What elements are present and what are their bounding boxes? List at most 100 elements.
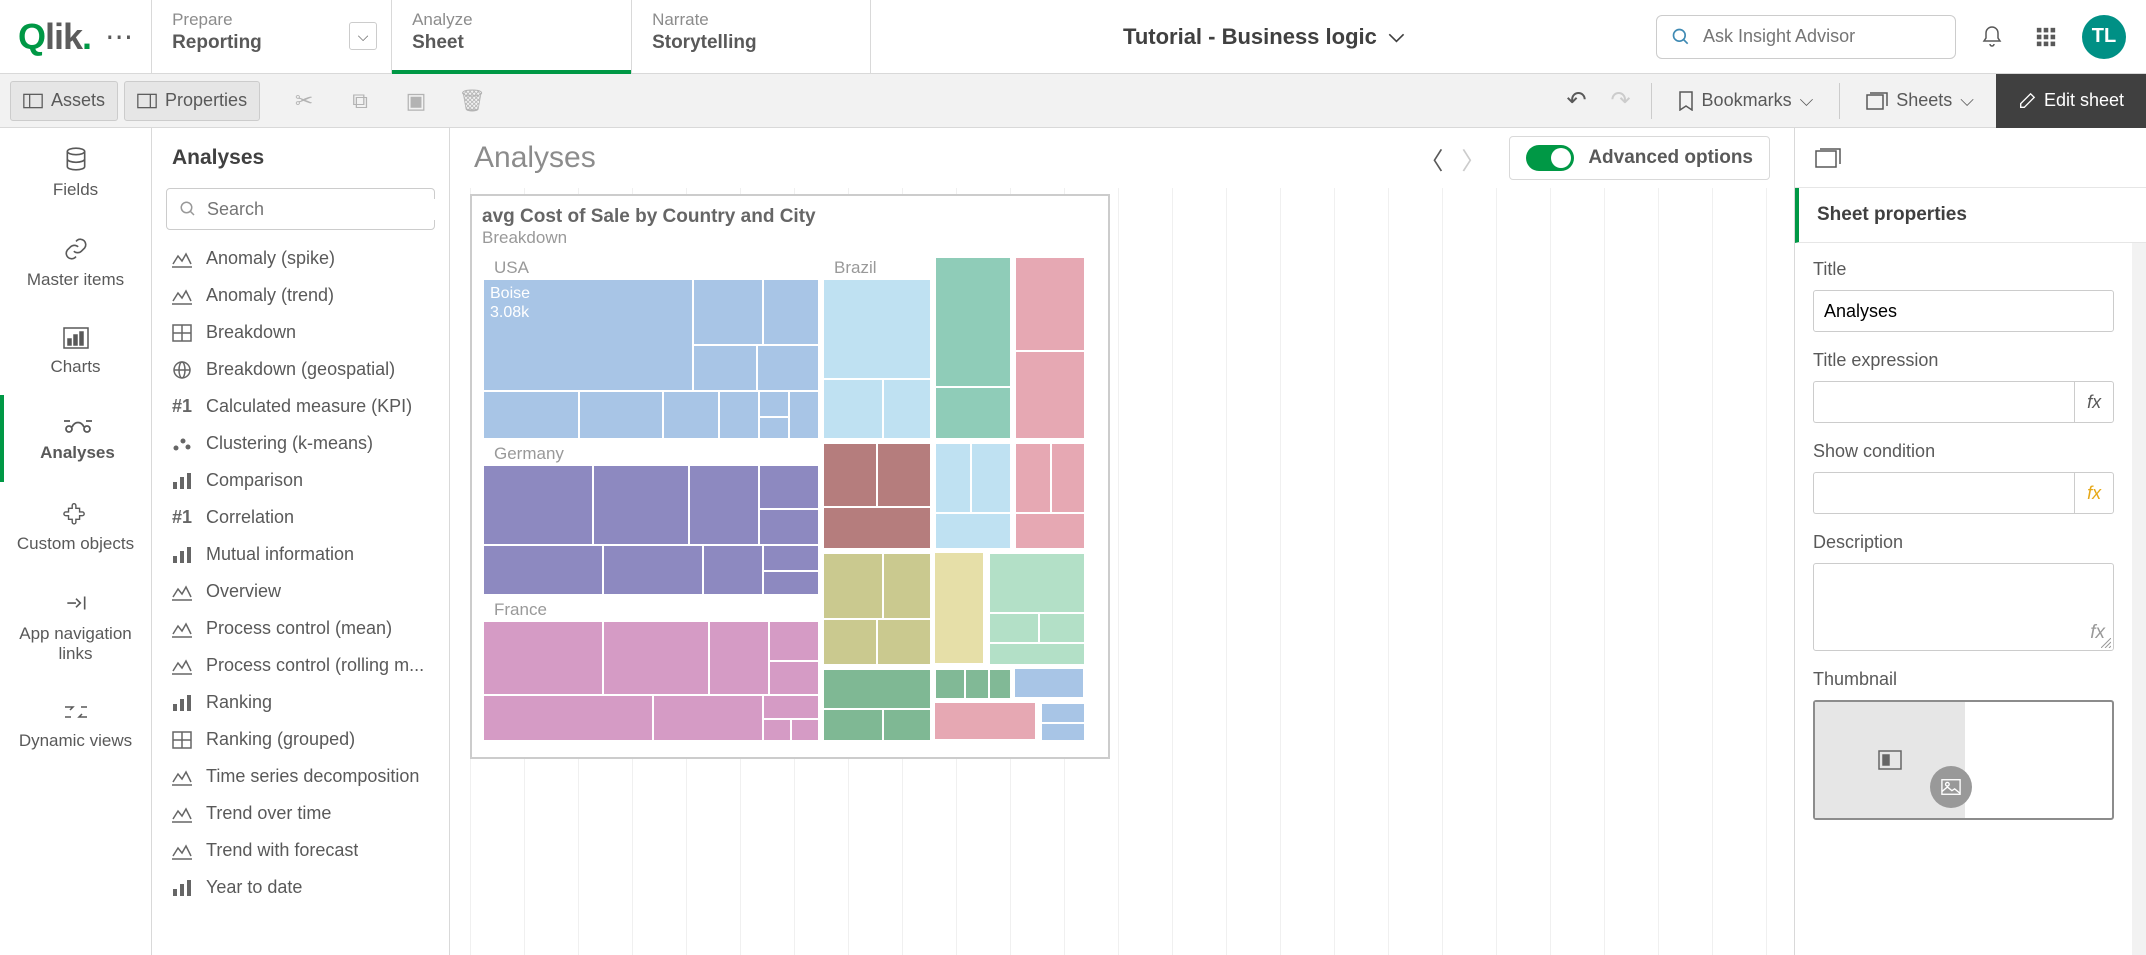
- rail-master-items[interactable]: Master items: [0, 218, 151, 308]
- properties-toggle[interactable]: Properties: [124, 81, 260, 121]
- grid-icon[interactable]: [2028, 19, 2064, 55]
- thumbnail-box[interactable]: [1813, 700, 2114, 820]
- rail-nav-links[interactable]: App navigation links: [0, 572, 151, 683]
- analyses-item[interactable]: #1Correlation: [152, 499, 449, 536]
- rail-label: Dynamic views: [19, 731, 132, 751]
- treemap-block[interactable]: [934, 668, 1010, 698]
- country-label-usa: USA: [488, 256, 535, 280]
- undo-icon[interactable]: ↶: [1559, 83, 1595, 119]
- chevron-down-icon[interactable]: ⌵: [349, 22, 377, 50]
- title-input[interactable]: [1813, 290, 2114, 332]
- treemap-block[interactable]: [988, 552, 1084, 664]
- qlik-logo[interactable]: Qlik.: [18, 16, 91, 58]
- analyses-item[interactable]: Breakdown (geospatial): [152, 351, 449, 388]
- rail-analyses[interactable]: Analyses: [0, 395, 151, 481]
- fx-button[interactable]: fx: [2074, 381, 2114, 423]
- rail-charts[interactable]: Charts: [0, 309, 151, 395]
- analyses-item[interactable]: Ranking (grouped): [152, 721, 449, 758]
- chevron-down-icon: ⌵: [1800, 90, 1814, 111]
- analyses-item[interactable]: Mutual information: [152, 536, 449, 573]
- treemap-block[interactable]: [934, 256, 1010, 438]
- treemap-block[interactable]: [1014, 442, 1084, 548]
- edit-sheet-button[interactable]: Edit sheet: [1996, 74, 2146, 128]
- scrollbar[interactable]: [2132, 243, 2146, 955]
- analysis-type-icon: [170, 324, 194, 342]
- treemap-block[interactable]: [1014, 668, 1084, 698]
- rail-dynamic-views[interactable]: Dynamic views: [0, 683, 151, 769]
- treemap-block[interactable]: [1040, 702, 1084, 740]
- analysis-type-icon: [170, 842, 194, 860]
- treemap-block[interactable]: [934, 442, 1010, 548]
- image-picker-icon[interactable]: [1930, 766, 1972, 808]
- analyses-item[interactable]: Trend with forecast: [152, 832, 449, 869]
- tab-analyze[interactable]: Analyze Sheet: [391, 0, 631, 73]
- edit-label: Edit sheet: [2044, 90, 2124, 111]
- rail-custom-objects[interactable]: Custom objects: [0, 482, 151, 572]
- analyses-panel: Analyses Anomaly (spike) Anomaly (trend) B…: [152, 128, 450, 955]
- analyses-item-label: Anomaly (spike): [206, 248, 335, 269]
- analyses-item[interactable]: Anomaly (trend): [152, 277, 449, 314]
- paste-icon[interactable]: ▣: [398, 83, 434, 119]
- tab-label: Narrate: [652, 10, 850, 30]
- treemap-block[interactable]: [934, 702, 1036, 740]
- analyses-item[interactable]: Breakdown: [152, 314, 449, 351]
- panel-title: Analyses: [152, 128, 449, 188]
- copy-icon[interactable]: ⧉: [342, 83, 378, 119]
- chart-title: avg Cost of Sale by Country and City: [482, 206, 1098, 228]
- analyses-item[interactable]: Comparison: [152, 462, 449, 499]
- treemap-block[interactable]: [822, 668, 930, 740]
- tab-prepare[interactable]: Prepare Reporting ⌵: [151, 0, 391, 73]
- prev-sheet-icon[interactable]: 〈: [1419, 141, 1443, 176]
- treemap-country-germany[interactable]: [482, 464, 818, 594]
- treemap-country-brazil[interactable]: [822, 278, 930, 438]
- rail-label: Analyses: [40, 443, 115, 463]
- treemap-block[interactable]: [934, 552, 984, 664]
- analyses-item[interactable]: Anomaly (spike): [152, 240, 449, 277]
- analyses-item[interactable]: Ranking: [152, 684, 449, 721]
- analysis-type-icon: [170, 879, 194, 897]
- advanced-options-toggle[interactable]: Advanced options: [1509, 136, 1770, 180]
- analyses-item[interactable]: #1Calculated measure (KPI): [152, 388, 449, 425]
- insight-search[interactable]: [1656, 15, 1956, 59]
- show-cond-input[interactable]: [1813, 472, 2074, 514]
- analyses-item[interactable]: Process control (mean): [152, 610, 449, 647]
- rail-fields[interactable]: Fields: [0, 128, 151, 218]
- treemap-country-france[interactable]: [482, 620, 818, 740]
- treemap-country-usa[interactable]: Boise3.08k: [482, 278, 818, 438]
- analyses-item[interactable]: Year to date: [152, 869, 449, 906]
- cut-icon[interactable]: ✂: [286, 83, 322, 119]
- treemap-chart[interactable]: avg Cost of Sale by Country and City Bre…: [470, 194, 1110, 759]
- analyses-item[interactable]: Time series decomposition: [152, 758, 449, 795]
- sheet-icon[interactable]: [1815, 148, 1841, 168]
- fx-button[interactable]: fx: [2074, 472, 2114, 514]
- treemap-block[interactable]: [1014, 256, 1084, 438]
- analyses-item-label: Breakdown: [206, 322, 296, 343]
- analyses-item-label: Trend over time: [206, 803, 331, 824]
- more-menu-icon[interactable]: ⋯: [105, 20, 133, 53]
- treemap-block[interactable]: [822, 552, 930, 664]
- tab-narrate[interactable]: Narrate Storytelling: [631, 0, 871, 73]
- analyses-item[interactable]: Overview: [152, 573, 449, 610]
- panel-search-input[interactable]: [207, 199, 439, 220]
- user-avatar[interactable]: TL: [2082, 15, 2126, 59]
- redo-icon[interactable]: ↷: [1603, 83, 1639, 119]
- app-title[interactable]: Tutorial - Business logic ⌵: [871, 0, 1656, 73]
- tab-label: Prepare: [172, 10, 371, 30]
- analyses-item-label: Breakdown (geospatial): [206, 359, 395, 380]
- analyses-item[interactable]: Trend over time: [152, 795, 449, 832]
- assets-toggle[interactable]: Assets: [10, 81, 118, 121]
- treemap-block[interactable]: [822, 442, 930, 548]
- sheets-button[interactable]: Sheets ⌵: [1852, 81, 1988, 121]
- analyses-item[interactable]: Process control (rolling m...: [152, 647, 449, 684]
- show-cond-label: Show condition: [1813, 441, 2114, 462]
- analyses-item-label: Mutual information: [206, 544, 354, 565]
- search-input[interactable]: [1703, 26, 1941, 47]
- delete-icon[interactable]: 🗑: [454, 83, 490, 119]
- title-expr-input[interactable]: [1813, 381, 2074, 423]
- analyses-item[interactable]: Clustering (k-means): [152, 425, 449, 462]
- panel-search[interactable]: [166, 188, 435, 230]
- desc-input[interactable]: fx: [1813, 563, 2114, 651]
- analysis-type-icon: [170, 657, 194, 675]
- bookmarks-button[interactable]: Bookmarks ⌵: [1664, 81, 1828, 121]
- bell-icon[interactable]: [1974, 19, 2010, 55]
